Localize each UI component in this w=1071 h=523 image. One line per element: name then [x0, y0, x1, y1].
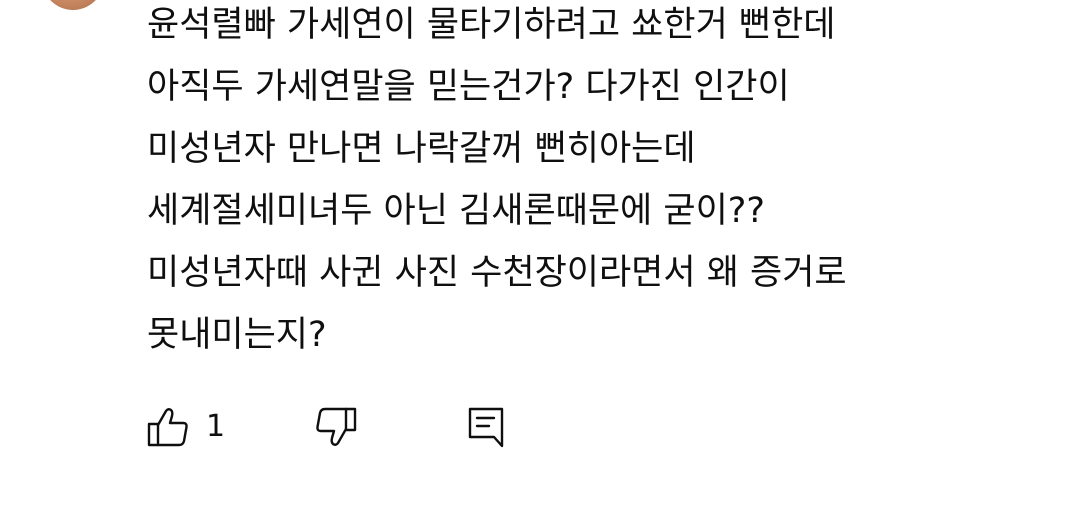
reply-comment-icon[interactable] — [467, 406, 507, 448]
thumbs-down-icon[interactable] — [315, 406, 357, 448]
comment-text-line: 못내미는지? — [147, 315, 327, 355]
like-button[interactable]: 1 — [147, 405, 225, 449]
comment-text-line: 세계절세미녀두 아닌 김새론때문에 굳이?? — [147, 191, 765, 231]
comment-text-line: 미성년자때 사귄 사진 수천장이라면서 왜 증거로 — [147, 253, 847, 293]
thumbs-up-icon[interactable] — [147, 406, 189, 448]
comment-text-line: 아직두 가세연말을 믿는건가? 다가진 인간이 — [147, 67, 790, 107]
comment-text-line: 미성년자 만나면 나락갈꺼 뻔히아는데 — [147, 129, 696, 169]
comment-text-line: 윤석렬빠 가세연이 물타기하려고 쑈한거 뻔한데 — [147, 5, 836, 45]
comment-action-bar: 1 — [147, 405, 547, 449]
comment-body: 윤석렬빠 가세연이 물타기하려고 쑈한거 뻔한데 아직두 가세연말을 믿는건가?… — [147, 0, 1047, 372]
avatar[interactable] — [42, 0, 104, 10]
reply-button[interactable] — [467, 405, 507, 449]
dislike-button[interactable] — [315, 405, 357, 449]
like-count: 1 — [206, 409, 226, 444]
